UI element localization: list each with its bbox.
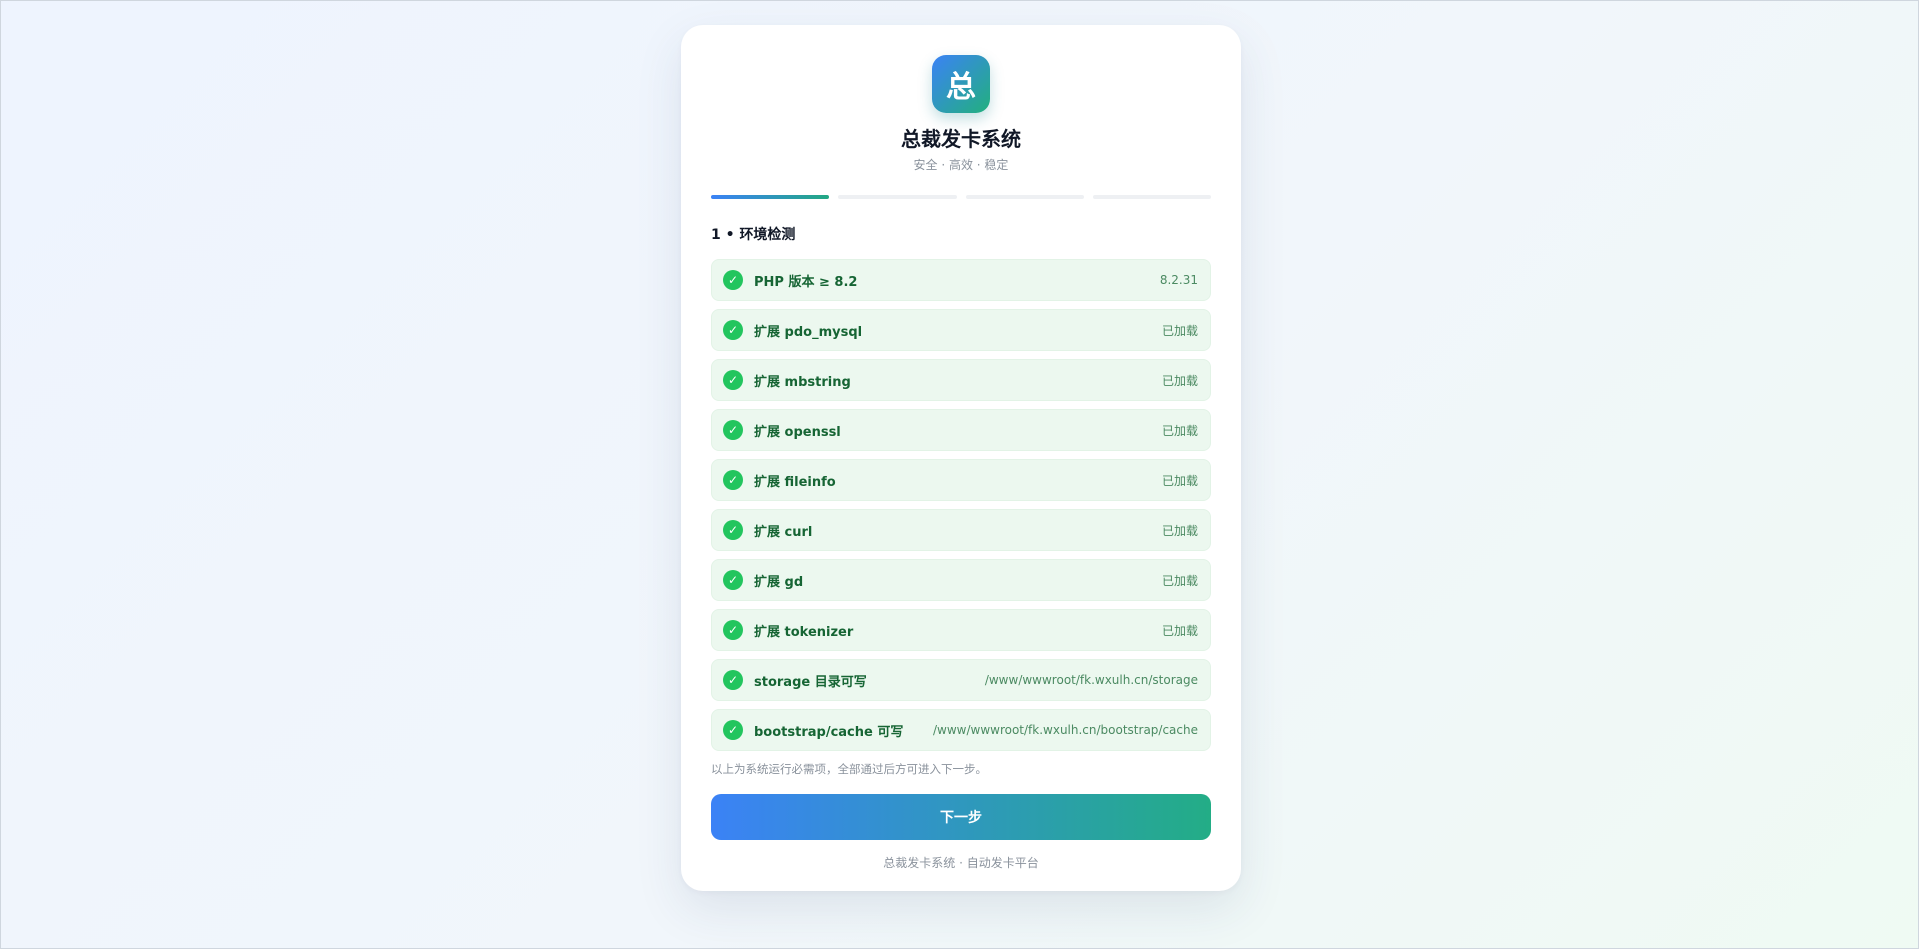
step-segment-1 xyxy=(711,195,830,199)
step-segment-2 xyxy=(838,195,957,199)
step-segment-3 xyxy=(965,195,1084,199)
check-label: 扩展 tokenizer xyxy=(754,624,854,640)
environment-check-list: ✓ PHP 版本 ≥ 8.2 8.2.31 ✓ 扩展 pdo_mysql 已加载… xyxy=(711,259,1211,751)
check-label: PHP 版本 ≥ 8.2 xyxy=(754,274,858,290)
check-label: 扩展 gd xyxy=(754,574,804,590)
check-item-curl: ✓ 扩展 curl 已加载 xyxy=(711,509,1211,551)
check-item-storage-writable: ✓ storage 目录可写 /www/wwwroot/fk.wxulh.cn/… xyxy=(711,659,1211,701)
app-subtitle: 安全 · 高效 · 稳定 xyxy=(913,158,1009,172)
check-value: 已加载 xyxy=(1161,423,1198,438)
check-item-pdo-mysql: ✓ 扩展 pdo_mysql 已加载 xyxy=(711,309,1211,351)
check-circle-icon: ✓ xyxy=(723,570,743,590)
check-circle-icon: ✓ xyxy=(723,370,743,390)
check-circle-icon: ✓ xyxy=(723,320,743,340)
logo-glyph: 总 xyxy=(946,70,976,105)
check-item-fileinfo: ✓ 扩展 fileinfo 已加载 xyxy=(711,459,1211,501)
check-item-php-version: ✓ PHP 版本 ≥ 8.2 8.2.31 xyxy=(711,259,1211,301)
footer-text: 总裁发卡系统 · 自动发卡平台 xyxy=(883,856,1039,870)
step-segment-4 xyxy=(1092,195,1211,199)
check-item-gd: ✓ 扩展 gd 已加载 xyxy=(711,559,1211,601)
app-title: 总裁发卡系统 xyxy=(901,127,1021,151)
check-label: 扩展 curl xyxy=(754,524,813,540)
check-value: 已加载 xyxy=(1161,323,1198,338)
check-value: /www/wwwroot/fk.wxulh.cn/bootstrap/cache xyxy=(932,723,1198,737)
check-item-tokenizer: ✓ 扩展 tokenizer 已加载 xyxy=(711,609,1211,651)
check-item-openssl: ✓ 扩展 openssl 已加载 xyxy=(711,409,1211,451)
check-value: /www/wwwroot/fk.wxulh.cn/storage xyxy=(984,673,1198,687)
app-logo: 总 xyxy=(932,55,990,113)
check-label: 扩展 openssl xyxy=(754,424,841,440)
check-label: 扩展 fileinfo xyxy=(754,474,836,490)
section-title: 1 • 环境检测 xyxy=(711,227,796,243)
requirements-note: 以上为系统运行必需项，全部通过后方可进入下一步。 xyxy=(711,762,987,776)
check-label: 扩展 pdo_mysql xyxy=(754,324,863,340)
check-value: 已加载 xyxy=(1161,623,1198,638)
check-value: 已加载 xyxy=(1161,573,1198,588)
check-label: bootstrap/cache 可写 xyxy=(754,724,904,740)
check-value: 已加载 xyxy=(1161,373,1198,388)
check-label: 扩展 mbstring xyxy=(754,374,851,390)
check-circle-icon: ✓ xyxy=(723,620,743,640)
check-item-mbstring: ✓ 扩展 mbstring 已加载 xyxy=(711,359,1211,401)
installer-card: 总 总裁发卡系统 安全 · 高效 · 稳定 1 • 环境检测 ✓ PHP 版本 … xyxy=(681,25,1241,891)
next-step-button[interactable]: 下一步 xyxy=(711,794,1211,840)
check-circle-icon: ✓ xyxy=(723,520,743,540)
check-value: 8.2.31 xyxy=(1159,273,1198,287)
check-circle-icon: ✓ xyxy=(723,420,743,440)
step-progress xyxy=(711,195,1211,199)
check-item-bootstrap-cache-writable: ✓ bootstrap/cache 可写 /www/wwwroot/fk.wxu… xyxy=(711,709,1211,751)
check-value: 已加载 xyxy=(1161,473,1198,488)
check-circle-icon: ✓ xyxy=(723,720,743,740)
check-circle-icon: ✓ xyxy=(723,670,743,690)
check-circle-icon: ✓ xyxy=(723,270,743,290)
check-value: 已加载 xyxy=(1161,523,1198,538)
check-circle-icon: ✓ xyxy=(723,470,743,490)
check-label: storage 目录可写 xyxy=(754,674,867,690)
